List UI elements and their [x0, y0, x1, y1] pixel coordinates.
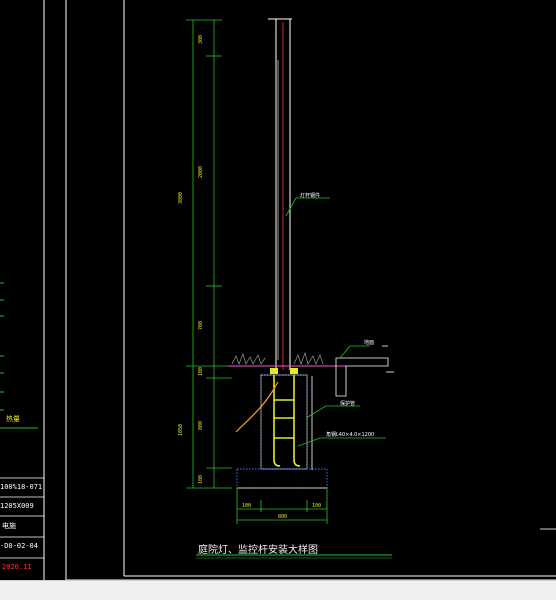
dim-top: 300	[198, 34, 204, 44]
title-block-discipline: 电施	[2, 522, 16, 530]
conduit-callout-label: 保护管	[340, 401, 356, 407]
anchor-callout-leader	[297, 437, 386, 447]
dim-foundation-mid: 800	[198, 420, 204, 430]
grass-line	[231, 351, 324, 366]
title-block-drawing-no: 100%18-071	[0, 483, 43, 491]
anchor-cage	[273, 375, 301, 467]
ground-callout-label: 地面	[364, 340, 375, 346]
dim-width-right: 100	[312, 503, 322, 509]
curb-detail	[335, 345, 394, 397]
conduit	[235, 381, 279, 433]
left-green-markers	[0, 282, 38, 429]
conduit-callout-leader	[305, 405, 360, 419]
title-block-sheet-code: 1205X009	[0, 502, 34, 510]
dim-width-left: 100	[242, 503, 252, 509]
vertical-dimension-chain	[186, 19, 232, 489]
left-partial-label: 热量	[6, 415, 20, 423]
cad-canvas[interactable]: 100%18-071 1205X009 电施 -D0-02-04 2020.11…	[0, 0, 556, 581]
dim-width-mid: 800	[278, 514, 288, 520]
dim-total-height: 3800	[178, 191, 184, 204]
dim-lower-mid: 700	[198, 320, 204, 330]
dim-foundation-total: 1050	[178, 423, 184, 436]
dim-foundation-base: 100	[198, 474, 204, 484]
anchor-callout-label: 角钢L40×4.0×1200	[326, 432, 375, 438]
pole-callout-label: 灯杆钢件	[300, 193, 321, 199]
title-block-date: 2020.11	[2, 563, 32, 571]
dim-upper: 2000	[198, 165, 204, 178]
drawing-title: 庭院灯、监控杆安装大样图	[198, 545, 318, 556]
light-pole	[268, 18, 292, 370]
dim-ground-gap: 100	[198, 366, 204, 376]
pole-callout-leader	[285, 197, 330, 217]
drawing-svg	[0, 0, 556, 581]
foundation	[236, 368, 328, 489]
status-bar	[0, 580, 556, 600]
title-block-sheet-number: -D0-02-04	[0, 542, 38, 550]
